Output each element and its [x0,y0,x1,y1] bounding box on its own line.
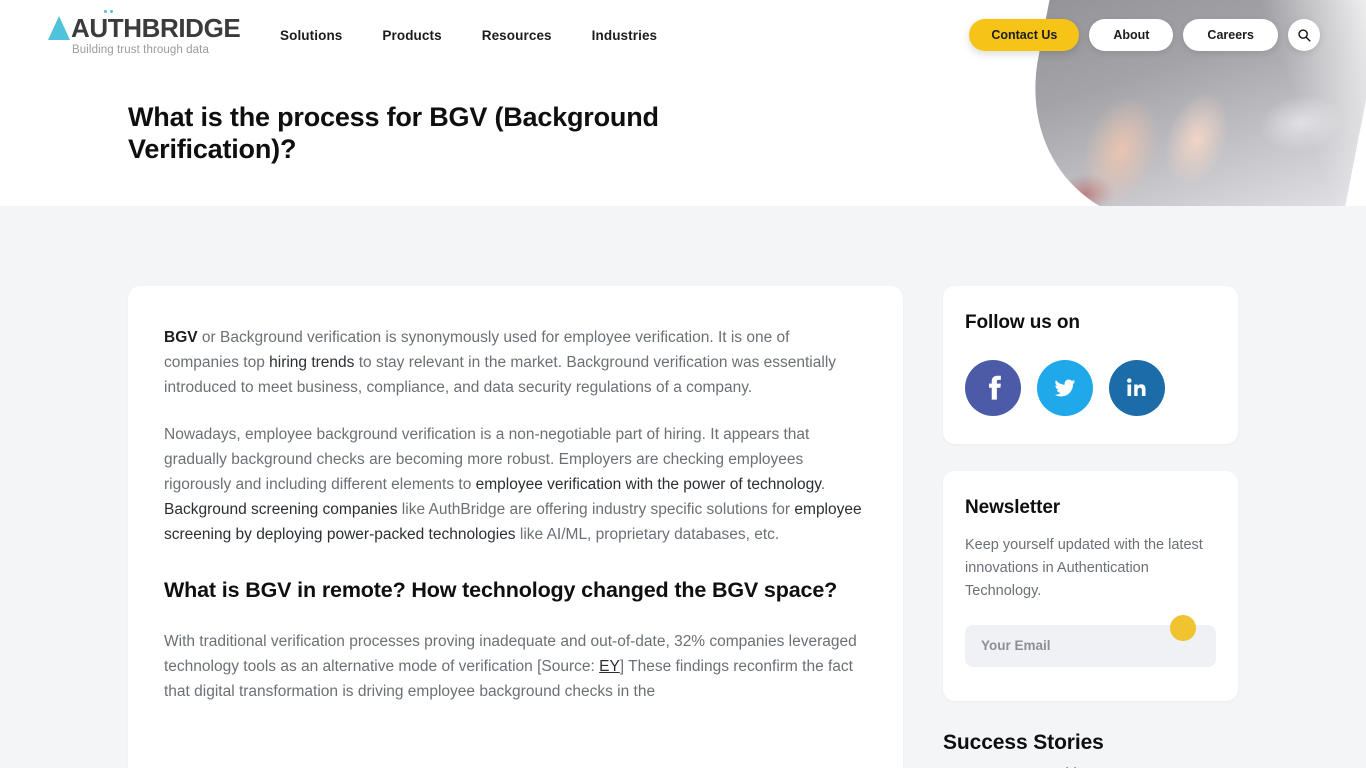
nav-item-solutions[interactable]: Solutions [280,28,342,43]
ey-source-link[interactable]: EY [599,658,620,675]
nav-item-industries[interactable]: Industries [592,28,658,43]
site-logo[interactable]: AUTHBRIDGE Building trust through data [48,2,241,56]
logo-wordmark: AUTHBRIDGE [48,2,241,41]
about-button[interactable]: About [1089,19,1174,51]
linkedin-link[interactable] [1109,360,1165,416]
facebook-icon [988,375,1001,400]
paragraph-2: Nowadays, employee background verificati… [164,423,867,548]
nav-item-resources[interactable]: Resources [482,28,552,43]
paragraph-2-text-d: like AI/ML, proprietary databases, etc. [515,525,780,543]
success-stories-title: Success Stories [943,730,1104,754]
twitter-icon [1054,379,1076,397]
article-card: BGV or Background verification is synony… [128,286,903,768]
decorative-yellow-circle [1170,614,1196,641]
contact-us-button[interactable]: Contact Us [969,19,1080,51]
paragraph-1: BGV or Background verification is synony… [164,326,867,401]
success-stories-section: Success Stories From our recent achievem… [943,701,1238,768]
header-actions: Contact Us About Careers [969,19,1366,51]
paragraph-2-text-b: . [820,475,826,493]
paragraph-2-text-c: like AuthBridge are offering industry sp… [397,500,795,518]
follow-us-title: Follow us on [965,312,1080,333]
paragraph-3: With traditional verification processes … [164,630,867,705]
section-heading-bgv-remote: What is BGV in remote? How technology ch… [164,577,838,602]
social-links [965,360,1216,416]
hiring-trends-link[interactable]: hiring trends [269,354,354,371]
logo-triangle-icon [48,2,70,40]
search-icon [1298,29,1311,42]
site-header: AUTHBRIDGE Building trust through data S… [0,0,1366,206]
follow-us-card: Follow us on [943,286,1238,444]
article-content: BGV or Background verification is synony… [128,326,903,705]
logo-text: AUTHBRIDGE [71,12,241,43]
facebook-link[interactable] [965,360,1021,416]
primary-nav: Solutions Products Resources Industries [280,28,657,43]
bgv-bold-term: BGV [164,329,198,346]
newsletter-form [965,614,1216,667]
background-screening-companies-link[interactable]: Background screening companies [164,501,398,518]
newsletter-card: Newsletter Keep yourself updated with th… [943,471,1238,701]
nav-item-products[interactable]: Products [382,28,441,43]
logo-tagline: Building trust through data [72,43,209,56]
page-body: BGV or Background verification is synony… [0,206,1366,768]
logo-dots-icon [104,9,113,13]
content-layout: BGV or Background verification is synony… [0,286,1366,768]
navigation-bar: AUTHBRIDGE Building trust through data S… [0,0,1366,70]
careers-button[interactable]: Careers [1183,19,1278,51]
page-title: What is the process for BGV (Background … [128,102,659,164]
search-button[interactable] [1288,19,1320,51]
sidebar: Follow us on Newsletter Keep yourself up… [943,286,1238,768]
newsletter-description: Keep yourself updated with the latest in… [965,537,1203,599]
linkedin-icon [1127,378,1146,396]
employee-verification-technology-link[interactable]: employee verification with the power of … [476,476,821,493]
twitter-link[interactable] [1037,360,1093,416]
newsletter-title: Newsletter [965,497,1061,518]
success-stories-subtitle: From our recent achievements [943,763,1238,768]
